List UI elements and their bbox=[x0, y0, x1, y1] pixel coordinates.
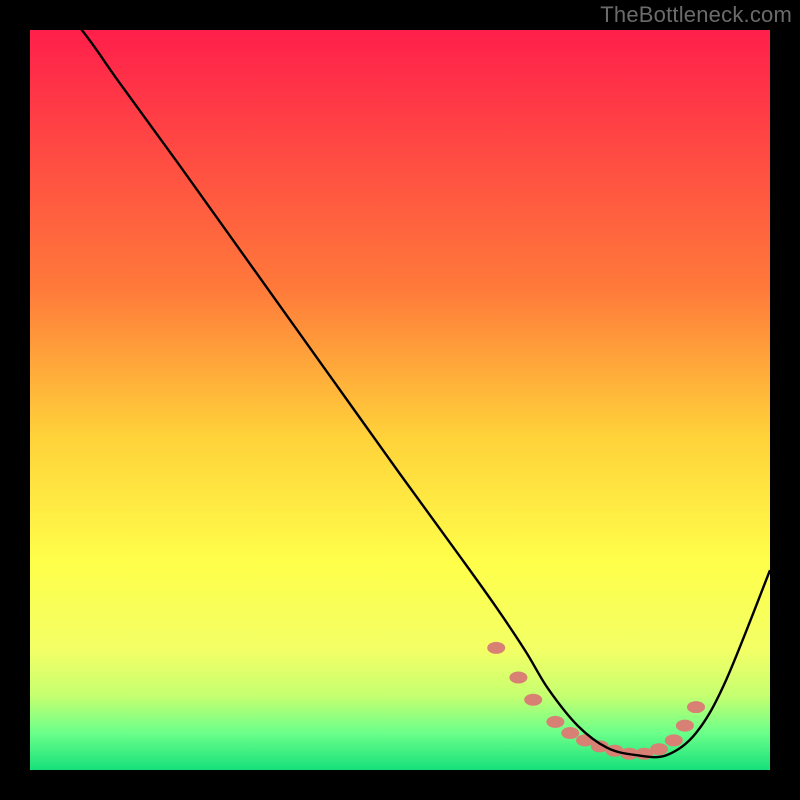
marker-dot bbox=[509, 672, 527, 684]
marker-dot bbox=[665, 734, 683, 746]
marker-dot bbox=[650, 743, 668, 755]
gradient-background bbox=[30, 30, 770, 770]
marker-dot bbox=[487, 642, 505, 654]
marker-dot bbox=[676, 720, 694, 732]
marker-dot bbox=[524, 694, 542, 706]
chart-frame bbox=[30, 30, 770, 770]
marker-dot bbox=[546, 716, 564, 728]
bottleneck-chart bbox=[30, 30, 770, 770]
marker-dot bbox=[561, 727, 579, 739]
marker-dot bbox=[687, 701, 705, 713]
watermark-text: TheBottleneck.com bbox=[600, 2, 792, 28]
